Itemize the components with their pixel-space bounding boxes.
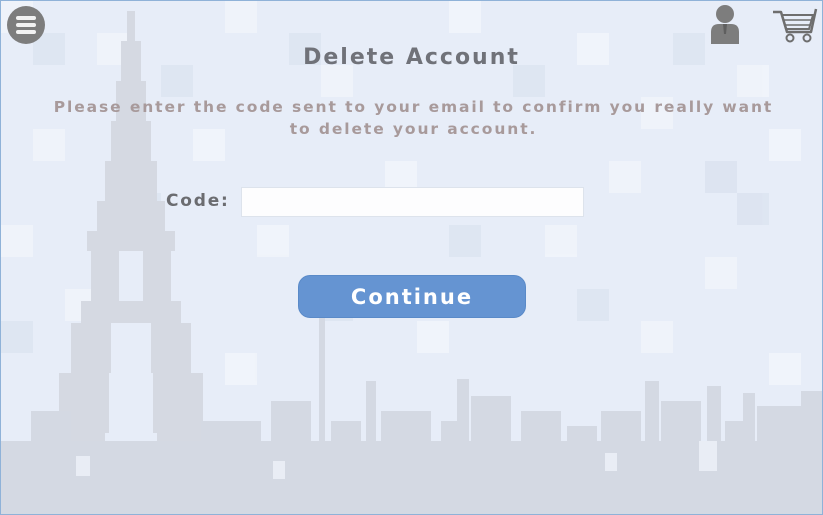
code-input[interactable]: [241, 187, 584, 217]
user-account-icon[interactable]: [709, 4, 741, 44]
delete-account-screen: Delete Account Please enter the code sen…: [0, 0, 823, 515]
paris-skyline-background: [1, 1, 822, 514]
continue-button[interactable]: Continue: [298, 275, 526, 318]
hamburger-menu-icon[interactable]: [7, 6, 45, 44]
city-skyline-silhouette: [1, 301, 822, 514]
page-title: Delete Account: [303, 45, 520, 70]
shopping-cart-icon[interactable]: [771, 6, 819, 44]
instructions-text: Please enter the code sent to your email…: [53, 98, 774, 138]
code-label: Code:: [166, 191, 230, 211]
